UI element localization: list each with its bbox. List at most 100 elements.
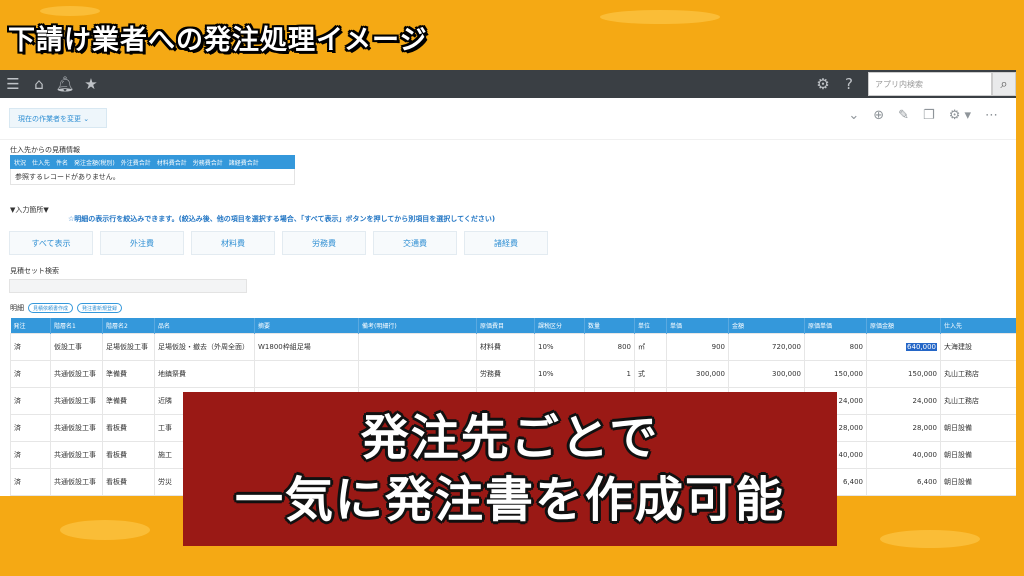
table-cell[interactable]: 済: [10, 332, 51, 361]
table-cell[interactable]: 共通仮設工事: [50, 440, 103, 469]
table-cell[interactable]: 300,000: [728, 359, 805, 388]
table-cell[interactable]: 労務費: [476, 359, 535, 388]
bell-icon[interactable]: 🔔︎: [52, 70, 78, 98]
filter-labor-button[interactable]: 労務費: [282, 231, 366, 255]
gear-icon[interactable]: ⚙: [810, 70, 836, 98]
table-cell[interactable]: 済: [10, 359, 51, 388]
top-navigation-bar: ☰ ⌂ 🔔︎ ★ ⚙ ? アプリ内検索 ⌕: [0, 70, 1016, 98]
home-icon[interactable]: ⌂: [26, 70, 52, 98]
detail-header: 明細 見積依頼書作成 発注書新規登録: [10, 303, 123, 313]
caption-line-2: 一気に発注書を作成可能: [234, 472, 785, 528]
table-cell[interactable]: 朝日設備: [940, 413, 1016, 442]
table-cell[interactable]: 済: [10, 440, 51, 469]
detail-header-cell: 原価単価: [804, 318, 867, 333]
table-cell[interactable]: 10%: [534, 332, 585, 361]
chevron-down-icon[interactable]: ⌄: [848, 108, 859, 123]
copy-icon[interactable]: ❐: [923, 108, 935, 123]
edit-icon[interactable]: ✎: [898, 108, 909, 123]
table-cell[interactable]: 朝日設備: [940, 440, 1016, 469]
ref-header-cell: 労務費合計: [192, 159, 223, 167]
ref-header-cell: 発注金額(税別): [74, 159, 115, 167]
table-cell[interactable]: 640,000: [866, 332, 941, 361]
table-cell[interactable]: 丸山工務店: [940, 359, 1016, 388]
detail-header-cell: 金額: [728, 318, 805, 333]
table-cell[interactable]: 共通仮設工事: [50, 359, 103, 388]
detail-header-cell: 仕入先: [940, 318, 1016, 333]
background-fleck: [600, 10, 720, 24]
table-cell[interactable]: 看板費: [102, 440, 155, 469]
table-cell[interactable]: 800: [584, 332, 635, 361]
ref-header-cell: 外注費合計: [120, 159, 151, 167]
table-cell[interactable]: 済: [10, 413, 51, 442]
table-cell[interactable]: 150,000: [866, 359, 941, 388]
table-cell[interactable]: 看板費: [102, 413, 155, 442]
more-icon[interactable]: ⋯: [985, 108, 998, 123]
detail-header-cell: 原価費目: [476, 318, 535, 333]
new-order-button[interactable]: 発注書新規登録: [77, 303, 123, 313]
help-icon[interactable]: ?: [836, 70, 862, 98]
table-cell[interactable]: 720,000: [728, 332, 805, 361]
table-cell[interactable]: 28,000: [866, 413, 941, 442]
video-title: 下請け業者への発注処理イメージ: [8, 25, 428, 56]
table-cell[interactable]: 仮設工事: [50, 332, 103, 361]
star-icon[interactable]: ★: [78, 70, 104, 98]
table-row[interactable]: 済共通仮設工事 準備費 地鎮祭費 労務費 10% 1 式 300,000 300,000 150,…: [10, 359, 1016, 388]
table-cell[interactable]: 150,000: [804, 359, 867, 388]
detail-header-cell: 摘要: [254, 318, 359, 333]
search-icon[interactable]: ⌕: [992, 72, 1016, 96]
background-fleck: [880, 530, 980, 548]
table-cell[interactable]: 6,400: [866, 467, 941, 496]
filter-all-button[interactable]: すべて表示: [9, 231, 93, 255]
table-cell[interactable]: 1: [584, 359, 635, 388]
table-cell[interactable]: 共通仮設工事: [50, 413, 103, 442]
table-cell[interactable]: 済: [10, 386, 51, 415]
menu-icon[interactable]: ☰: [0, 70, 26, 98]
filter-transport-button[interactable]: 交通費: [373, 231, 457, 255]
table-cell[interactable]: 900: [666, 332, 729, 361]
detail-header-cell: 課税区分: [534, 318, 585, 333]
change-worker-button[interactable]: 現在の作業者を変更 ⌄: [9, 108, 107, 128]
detail-header-cell: 備考(明細行): [358, 318, 477, 333]
table-cell[interactable]: 10%: [534, 359, 585, 388]
detail-table-header: 発注 階層名1 階層名2 品名 摘要 備考(明細行) 原価費目 課税区分 数量 単位 単価 金額 原価単…: [10, 318, 1016, 333]
table-cell[interactable]: 式: [634, 359, 667, 388]
table-cell[interactable]: 40,000: [866, 440, 941, 469]
table-cell[interactable]: [358, 332, 477, 361]
table-cell[interactable]: ㎡: [634, 332, 667, 361]
table-cell[interactable]: 材料費: [476, 332, 535, 361]
ref-header-cell: 材料費合計: [156, 159, 187, 167]
create-quote-request-button[interactable]: 見積依頼書作成: [28, 303, 74, 313]
table-cell[interactable]: 共通仮設工事: [50, 386, 103, 415]
estimate-set-search-input[interactable]: [9, 279, 247, 293]
app-search-input[interactable]: アプリ内検索: [868, 72, 992, 96]
table-cell[interactable]: 大海建設: [940, 332, 1016, 361]
filter-material-button[interactable]: 材料費: [191, 231, 275, 255]
ref-header-cell: 状況: [14, 159, 27, 167]
table-cell[interactable]: 足場仮設・撤去（外周全面）: [154, 332, 255, 361]
ref-estimate-table: 状況 仕入先 件名 発注金額(税別) 外注費合計 材料費合計 労務費合計 諸経費…: [10, 155, 295, 185]
table-cell[interactable]: 看板費: [102, 467, 155, 496]
table-cell[interactable]: W1800枠組足場: [254, 332, 359, 361]
filter-outsourcing-button[interactable]: 外注費: [100, 231, 184, 255]
detail-header-cell: 数量: [584, 318, 635, 333]
table-cell[interactable]: 丸山工務店: [940, 386, 1016, 415]
table-cell[interactable]: 共通仮設工事: [50, 467, 103, 496]
table-cell[interactable]: 済: [10, 467, 51, 496]
table-cell[interactable]: 24,000: [866, 386, 941, 415]
table-cell[interactable]: 準備費: [102, 386, 155, 415]
table-cell[interactable]: 地鎮祭費: [154, 359, 255, 388]
record-action-bar: 現在の作業者を変更 ⌄ ⌄ ⊕ ✎ ❐ ⚙ ▾ ⋯: [0, 98, 1016, 140]
table-cell[interactable]: 800: [804, 332, 867, 361]
table-row[interactable]: 済仮設工事 足場仮設工事 足場仮設・撤去（外周全面） W1800枠組足場 材料費 10% 8…: [10, 332, 1016, 361]
table-cell[interactable]: 準備費: [102, 359, 155, 388]
caption-line-1: 発注先ごとで: [360, 410, 660, 466]
table-cell[interactable]: [358, 359, 477, 388]
table-cell[interactable]: 300,000: [666, 359, 729, 388]
add-icon[interactable]: ⊕: [873, 108, 884, 123]
table-cell[interactable]: [254, 359, 359, 388]
detail-header-cell: 原価金額: [866, 318, 941, 333]
table-cell[interactable]: 足場仮設工事: [102, 332, 155, 361]
filter-misc-button[interactable]: 諸経費: [464, 231, 548, 255]
settings-icon[interactable]: ⚙ ▾: [949, 108, 971, 123]
table-cell[interactable]: 朝日設備: [940, 467, 1016, 496]
